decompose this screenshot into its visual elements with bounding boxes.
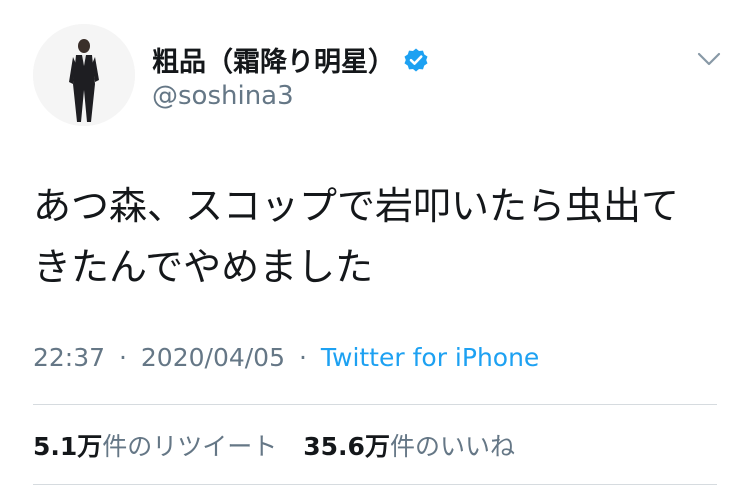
avatar-image: [33, 24, 135, 126]
likes-stat[interactable]: 35.6万件のいいね: [303, 432, 515, 461]
tweet-time: 22:37: [33, 343, 106, 372]
tweet-source-link[interactable]: Twitter for iPhone: [321, 343, 539, 372]
tweet-text: あつ森、スコップで岩叩いたら虫出てきたんでやめました: [33, 184, 680, 289]
meta-separator: ·: [119, 343, 127, 372]
tweet-date: 2020/04/05: [140, 343, 285, 372]
tweet-stats: 5.1万件のリツイート 35.6万件のいいね: [33, 427, 515, 463]
retweets-label: 件のリツイート: [102, 432, 278, 461]
name-row: 粗品（霜降り明星）: [152, 40, 429, 79]
verified-badge-icon: [403, 47, 429, 73]
tweet-meta: 22:37 · 2020/04/05 · Twitter for iPhone: [33, 343, 539, 372]
retweets-stat[interactable]: 5.1万件のリツイート: [33, 432, 277, 461]
divider: [33, 484, 717, 485]
likes-label: 件のいいね: [389, 432, 515, 461]
likes-count: 35.6万: [303, 432, 390, 461]
user-handle[interactable]: @soshina3: [152, 81, 294, 111]
divider: [33, 404, 717, 405]
display-name[interactable]: 粗品（霜降り明星）: [152, 40, 395, 79]
retweets-count: 5.1万: [33, 432, 103, 461]
avatar[interactable]: [33, 24, 135, 126]
chevron-down-icon[interactable]: [694, 44, 724, 74]
meta-separator: ·: [298, 343, 307, 372]
